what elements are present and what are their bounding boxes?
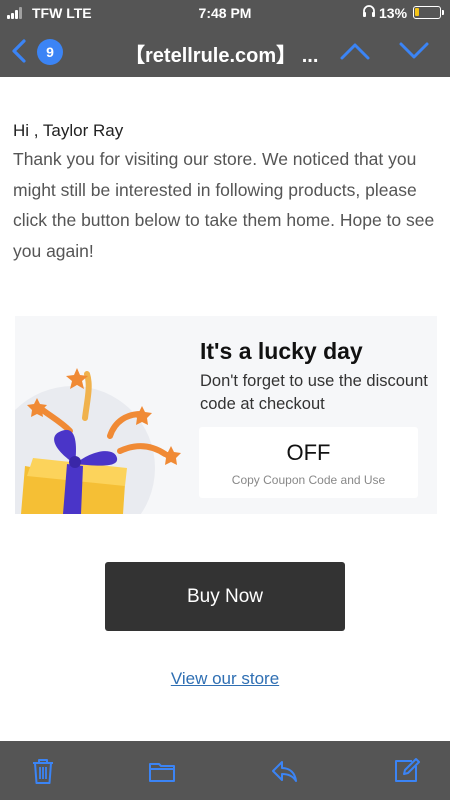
trash-icon[interactable] [29,757,57,785]
greeting: Hi , Taylor Ray [13,121,124,140]
email-message: Thank you for visiting our store. We not… [13,149,435,261]
coupon-box[interactable]: OFF Copy Coupon Code and Use [199,427,418,498]
folder-icon[interactable] [148,757,176,785]
next-message-icon[interactable] [397,40,431,62]
view-store-link[interactable]: View our store [0,669,450,689]
compose-icon[interactable] [392,757,420,785]
bottom-toolbar [0,741,450,800]
coupon-code[interactable]: OFF [199,440,418,466]
email-subject: 【retellrule.com】 ... [125,45,319,67]
buy-now-button[interactable]: Buy Now [105,562,345,631]
promo-title: It's a lucky day [200,338,363,364]
unread-count-badge[interactable]: 9 [37,39,63,65]
coupon-hint: Copy Coupon Code and Use [231,473,386,487]
gift-box-illustration [15,368,181,514]
status-bar: TFW LTE 7:48 PM 13% [0,0,450,26]
mail-nav-bar: 9 【retellrule.com】 ... [0,26,450,77]
reply-icon[interactable] [270,757,298,785]
promo-description: Don't forget to use the discount code at… [200,372,428,413]
previous-message-icon[interactable] [338,40,372,62]
headphones-icon [363,5,375,17]
top-bar: TFW LTE 7:48 PM 13% 9 【retellrule.com】 .… [0,0,450,77]
promo-banner: It's a lucky day Don't forget to use the… [15,316,437,514]
battery-percent: 13% [379,5,408,21]
battery-icon [413,6,444,19]
back-chevron-icon[interactable] [8,38,30,64]
